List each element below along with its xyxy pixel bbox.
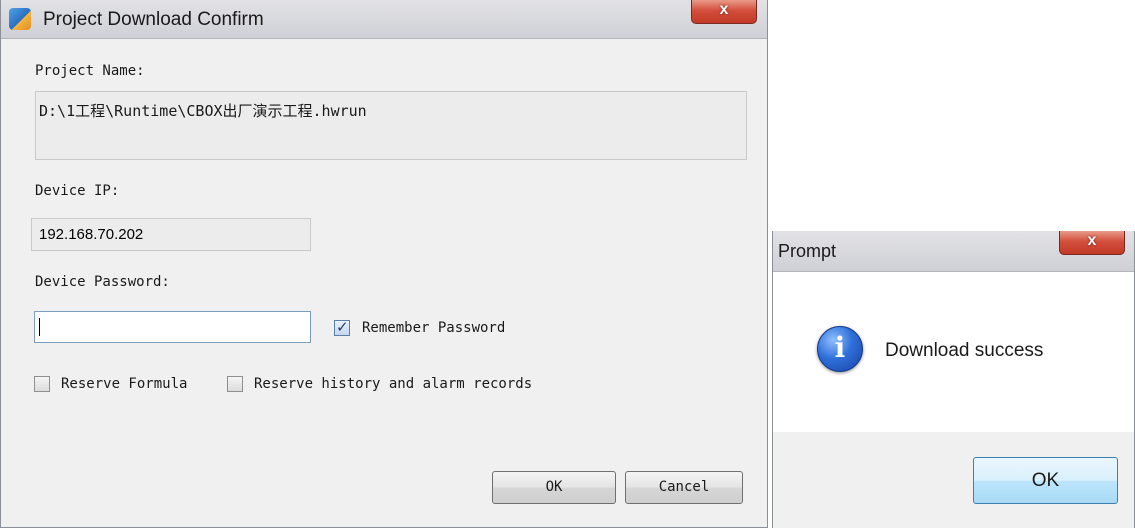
- reserve-formula-checkbox[interactable]: [34, 376, 50, 392]
- project-name-field: D:\1工程\Runtime\CBOX出厂演示工程.hwrun: [35, 91, 747, 160]
- cancel-button-label: Cancel: [658, 479, 710, 495]
- app-icon: [9, 8, 31, 30]
- reserve-history-label[interactable]: Reserve history and alarm records: [254, 376, 532, 392]
- title-bar[interactable]: Project Download Confirm x: [1, 0, 767, 39]
- device-ip-field: 192.168.70.202: [31, 218, 311, 251]
- prompt-message: Download success: [885, 340, 1044, 361]
- project-name-label: Project Name:: [35, 63, 145, 79]
- close-icon: x: [1087, 232, 1097, 249]
- cancel-button[interactable]: Cancel: [625, 471, 743, 504]
- remember-password-checkbox[interactable]: [334, 318, 350, 336]
- text-caret: [39, 318, 40, 336]
- ok-button-label: OK: [545, 479, 563, 495]
- device-ip-label: Device IP:: [35, 183, 120, 199]
- remember-password-label[interactable]: Remember Password: [362, 320, 505, 336]
- device-password-label: Device Password:: [35, 274, 170, 290]
- ok-button[interactable]: OK: [492, 471, 616, 504]
- device-ip-value: 192.168.70.202: [39, 226, 144, 243]
- device-password-input[interactable]: [34, 311, 311, 343]
- project-name-value: D:\1工程\Runtime\CBOX出厂演示工程.hwrun: [39, 102, 367, 120]
- reserve-history-checkbox[interactable]: [227, 376, 243, 392]
- prompt-close-button[interactable]: x: [1059, 231, 1125, 255]
- close-icon: x: [719, 1, 729, 18]
- close-button[interactable]: x: [691, 0, 757, 24]
- prompt-dialog: Prompt x i Download success OK: [772, 231, 1135, 528]
- prompt-title: Prompt: [778, 241, 837, 261]
- prompt-footer: OK: [773, 432, 1134, 528]
- info-icon: i: [817, 326, 863, 372]
- dialog-title: Project Download Confirm: [43, 9, 264, 30]
- reserve-formula-label[interactable]: Reserve Formula: [61, 376, 187, 392]
- prompt-title-bar[interactable]: Prompt x: [773, 231, 1134, 272]
- prompt-ok-button[interactable]: OK: [973, 457, 1118, 504]
- project-download-dialog: Project Download Confirm x Project Name:…: [0, 0, 768, 528]
